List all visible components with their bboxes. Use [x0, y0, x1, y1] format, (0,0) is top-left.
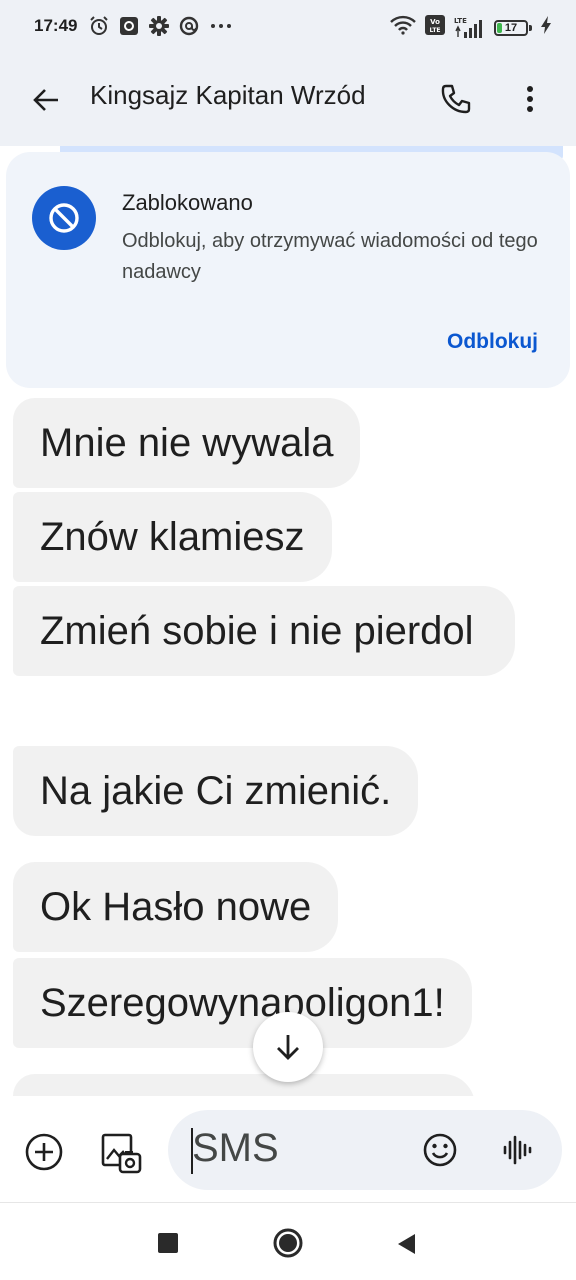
attach-button[interactable] — [22, 1130, 66, 1174]
status-bar: 17:49 Vo LTE LTE 17 — [0, 0, 576, 56]
text-cursor — [191, 1128, 193, 1174]
message-bubble[interactable]: Mnie nie wywala — [13, 398, 361, 488]
arrow-down-icon — [277, 1035, 299, 1060]
gallery-icon — [101, 1133, 142, 1174]
gallery-button[interactable] — [98, 1130, 144, 1176]
message-bubble[interactable]: Szeregowynapoligon1! — [13, 958, 472, 1048]
settings-gear-icon — [148, 15, 170, 37]
charging-icon — [540, 15, 552, 40]
screen-record-icon — [118, 15, 140, 37]
compose-bar: SMS — [0, 1096, 576, 1202]
emoji-button[interactable] — [420, 1130, 460, 1170]
status-icons-left — [88, 15, 234, 37]
battery-icon: 17 — [494, 19, 532, 36]
conversation-list[interactable]: Zablokowano Odblokuj, aby otrzymywać wia… — [0, 146, 576, 1096]
svg-text:LTE: LTE — [429, 27, 440, 34]
back-triangle-icon[interactable] — [394, 1231, 418, 1257]
more-notifications-icon — [208, 15, 234, 37]
app-bar: Kingsajz Kapitan Wrzód — [0, 56, 576, 146]
status-time: 17:49 — [34, 16, 78, 35]
alarm-icon — [88, 15, 110, 37]
message-input[interactable]: SMS — [168, 1110, 562, 1190]
more-vert-icon — [527, 86, 533, 112]
signal-icon: LTE — [454, 17, 486, 39]
message-placeholder: SMS — [192, 1126, 279, 1170]
message-bubble[interactable]: Zmień sobie i nie pierdol — [13, 586, 515, 676]
battery-level: 17 — [504, 21, 518, 34]
blocked-description: Odblokuj, aby otrzymywać wiadomości od t… — [122, 230, 538, 283]
system-navigation-bar — [0, 1202, 576, 1280]
message-bubble[interactable]: Ok Hasło nowe — [13, 862, 339, 952]
voice-waveform-icon — [503, 1135, 532, 1165]
status-icons-right: Vo LTE LTE 17 — [390, 14, 552, 41]
add-circle-icon — [25, 1133, 63, 1171]
partially-hidden-bubble — [13, 1074, 475, 1096]
blocked-title: Zablokowano — [122, 190, 253, 215]
back-button[interactable] — [24, 78, 68, 122]
at-sign-icon — [178, 15, 200, 37]
block-icon — [32, 186, 96, 250]
voice-message-button[interactable] — [498, 1130, 538, 1170]
scroll-to-bottom-button[interactable] — [253, 1012, 323, 1082]
contact-name: Kingsajz Kapitan Wrzód — [90, 80, 366, 110]
message-bubble[interactable]: Na jakie Ci zmienić. — [13, 746, 419, 836]
volte-icon: Vo LTE — [424, 14, 446, 41]
blocked-sender-card: Zablokowano Odblokuj, aby otrzymywać wia… — [6, 152, 570, 388]
phone-icon — [441, 84, 471, 114]
call-button[interactable] — [432, 76, 478, 122]
unblock-button[interactable]: Odblokuj — [447, 330, 538, 354]
home-circle-icon[interactable] — [272, 1227, 304, 1259]
back-arrow-icon — [33, 89, 58, 111]
svg-text:Vo: Vo — [430, 18, 440, 26]
more-options-button[interactable] — [508, 76, 552, 122]
message-bubble[interactable]: Znów klamiesz — [13, 492, 332, 582]
wifi-icon — [390, 15, 416, 40]
recents-square-icon[interactable] — [158, 1233, 178, 1253]
emoji-icon — [423, 1133, 457, 1167]
